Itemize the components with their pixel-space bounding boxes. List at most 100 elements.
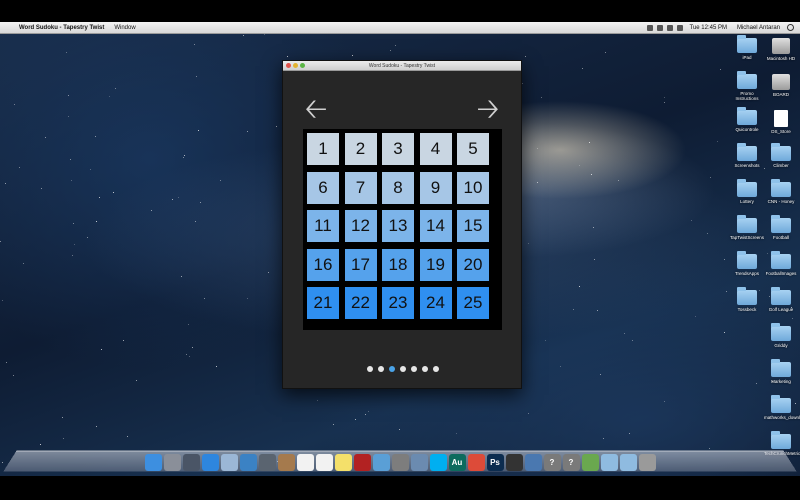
level-cell[interactable]: 8	[382, 171, 414, 204]
level-cell[interactable]: 1	[307, 133, 339, 165]
level-cell[interactable]: 10	[457, 171, 489, 204]
facetime-icon[interactable]	[258, 454, 276, 471]
level-cell[interactable]: 21	[307, 287, 339, 319]
window-titlebar[interactable]: Word Sudoku - Tapestry Twist	[283, 61, 521, 71]
desktop-icon[interactable]: TapTwistScreens	[730, 215, 764, 240]
notes-icon[interactable]	[334, 454, 352, 471]
calendar-icon[interactable]	[296, 454, 314, 471]
level-cell[interactable]: 20	[457, 248, 489, 281]
desktop-icon[interactable]: CNN - Honey	[764, 179, 798, 204]
downloads-icon[interactable]	[600, 454, 618, 471]
desktop-icon[interactable]: Quicontrole	[730, 107, 764, 132]
desktop-icon[interactable]: Promo Instructions	[730, 71, 764, 101]
reminders-icon[interactable]	[315, 454, 333, 471]
previous-arrow-icon[interactable]: 🡠	[301, 95, 331, 123]
menu-clock[interactable]: Tue 12:45 PM	[687, 25, 730, 31]
level-cell[interactable]: 24	[419, 287, 452, 319]
page-dot[interactable]	[367, 366, 373, 372]
level-cell[interactable]: 17	[344, 248, 377, 281]
preview-icon[interactable]	[410, 454, 428, 471]
desktop-icon[interactable]: FootballImages	[764, 251, 798, 276]
spotlight-icon[interactable]	[787, 24, 794, 31]
level-cell[interactable]: 11	[307, 210, 339, 242]
safari-icon[interactable]	[239, 454, 257, 471]
level-cell[interactable]: 5	[457, 133, 489, 165]
star	[756, 383, 757, 384]
skype-icon[interactable]	[429, 454, 447, 471]
level-cell[interactable]: 12	[344, 210, 377, 242]
level-cell[interactable]: 6	[307, 171, 339, 204]
desktop-icon[interactable]: iPad	[730, 35, 764, 60]
mail-icon[interactable]	[220, 454, 238, 471]
page-dot[interactable]	[378, 366, 384, 372]
level-cell[interactable]: 14	[419, 210, 452, 242]
desktop-icon[interactable]: Climber	[764, 143, 798, 168]
level-cell[interactable]: 3	[382, 133, 414, 165]
help-2-icon[interactable]: ?	[562, 454, 580, 471]
level-cell[interactable]: 4	[419, 133, 452, 165]
level-cell[interactable]: 13	[382, 210, 414, 242]
iphoto-icon[interactable]	[391, 454, 409, 471]
star	[624, 333, 625, 334]
photoshop-icon[interactable]: Ps	[486, 454, 504, 471]
level-cell[interactable]: 9	[419, 171, 452, 204]
level-cell[interactable]: 15	[457, 210, 489, 242]
page-dot[interactable]	[389, 366, 395, 372]
battery-icon[interactable]	[676, 24, 683, 31]
launchpad-icon[interactable]	[163, 454, 181, 471]
help-icon[interactable]: ?	[543, 454, 561, 471]
zoom-icon[interactable]	[300, 63, 305, 68]
close-icon[interactable]	[286, 63, 291, 68]
page-dot[interactable]	[433, 366, 439, 372]
page-dot[interactable]	[411, 366, 417, 372]
desktop-icon[interactable]: Griddy	[764, 323, 798, 348]
contacts-icon[interactable]	[277, 454, 295, 471]
minimize-icon[interactable]	[293, 63, 298, 68]
page-dot[interactable]	[422, 366, 428, 372]
star	[589, 142, 590, 143]
desktop-icon[interactable]: Football	[764, 215, 798, 240]
level-cell[interactable]: 25	[457, 287, 489, 319]
stack-icon[interactable]	[581, 454, 599, 471]
app-window: Word Sudoku - Tapestry Twist 🡠 🡢 1234567…	[282, 60, 522, 389]
user-name[interactable]: Michael Antaran	[734, 25, 783, 31]
desktop-icon[interactable]: DS_Store	[764, 110, 798, 134]
app-menu[interactable]: Word Sudoku - Tapestry Twist	[14, 22, 109, 34]
documents-icon[interactable]	[619, 454, 637, 471]
folder-icon	[737, 251, 757, 269]
photo-booth-icon[interactable]	[353, 454, 371, 471]
status-icon[interactable]	[646, 24, 653, 31]
level-cell[interactable]: 19	[419, 248, 452, 281]
audition-icon[interactable]: Au	[448, 454, 466, 471]
desktop-icon[interactable]: BOARD	[764, 74, 798, 97]
app-store-icon[interactable]	[201, 454, 219, 471]
desktop-icon-label: TrendsApps	[734, 271, 760, 276]
window-menu[interactable]: Window	[109, 22, 140, 34]
level-cell[interactable]: 2	[344, 133, 377, 165]
desktop-icon[interactable]: Golf League	[764, 287, 798, 312]
desktop-icon[interactable]: Screenshots	[730, 143, 764, 168]
next-arrow-icon[interactable]: 🡢	[473, 95, 503, 123]
unity-icon[interactable]	[505, 454, 523, 471]
level-cell[interactable]: 22	[344, 287, 377, 319]
level-cell[interactable]: 7	[344, 171, 377, 204]
chrome-icon[interactable]	[467, 454, 485, 471]
page-dot[interactable]	[400, 366, 406, 372]
level-cell[interactable]: 23	[382, 287, 414, 319]
level-cell[interactable]: 18	[382, 248, 414, 281]
desktop-icon[interactable]: Macintosh HD	[764, 38, 798, 61]
desktop-icon[interactable]: Tossbeck	[730, 287, 764, 312]
level-cell[interactable]: 16	[307, 248, 339, 281]
desktop-icon[interactable]: mathworks_downloads	[764, 395, 800, 420]
itunes-icon[interactable]	[372, 454, 390, 471]
desktop-icon[interactable]: TrendsApps	[730, 251, 764, 276]
finder-icon[interactable]	[144, 454, 162, 471]
wifi-icon[interactable]	[656, 24, 663, 31]
desktop-icon[interactable]: Marketing	[764, 359, 798, 384]
trash-icon[interactable]	[638, 454, 656, 471]
volume-icon[interactable]	[666, 24, 673, 31]
star	[66, 52, 67, 53]
mission-control-icon[interactable]	[182, 454, 200, 471]
xcode-icon[interactable]	[524, 454, 542, 471]
desktop-icon[interactable]: Lottery	[730, 179, 764, 204]
